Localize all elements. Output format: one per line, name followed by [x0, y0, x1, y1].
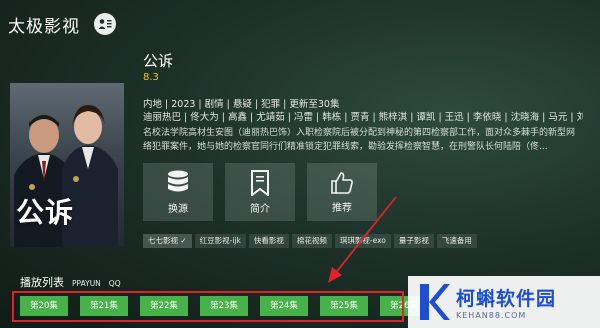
- rating-score: 8.3: [143, 72, 159, 83]
- poster-title: 公诉: [16, 196, 75, 229]
- source-chip[interactable]: 琪琪影视-exo: [334, 234, 391, 248]
- top-bar: 太极影视: [8, 11, 116, 37]
- source-chip[interactable]: 棉花视频: [291, 234, 332, 248]
- drama-cast: 迪丽热巴 | 佟大为 | 高鑫 | 尤靖茹 | 冯雷 | 韩栋 | 贾青 | 熊…: [143, 112, 583, 123]
- episode-button[interactable]: 第21集: [80, 296, 128, 316]
- episode-button[interactable]: 第20集: [20, 296, 68, 316]
- episode-button[interactable]: 第23集: [200, 296, 248, 316]
- source-chip[interactable]: 七七影视 ✓: [143, 234, 192, 248]
- episode-button[interactable]: 第24集: [260, 296, 308, 316]
- episode-button[interactable]: 第25集: [320, 296, 368, 316]
- bookmark-icon: [251, 169, 269, 196]
- thumbs-up-icon: [331, 171, 353, 194]
- app-title: 太极影视: [8, 16, 80, 37]
- source-chip[interactable]: 量子影视: [393, 234, 434, 248]
- action-buttons: 换源 简介 推荐: [143, 163, 377, 221]
- playlist-title: 播放列表: [20, 276, 64, 289]
- source-chip[interactable]: 红豆影视-ijk: [194, 234, 246, 248]
- user-list-icon: [98, 19, 112, 29]
- drama-title: 公诉: [143, 52, 174, 70]
- kehan-logo-icon: [420, 284, 450, 320]
- line-tab-qq[interactable]: QQ: [109, 279, 121, 288]
- change-source-label: 换源: [168, 203, 188, 215]
- episode-list: 第20集 第21集 第22集 第23集 第24集 第25集 第26集: [20, 296, 428, 316]
- user-menu-button[interactable]: [94, 13, 116, 35]
- database-icon: [168, 170, 188, 191]
- drama-meta: 内地 | 2023 | 剧情 | 悬疑 | 犯罪 | 更新至30集: [143, 99, 340, 110]
- watermark-url: KEHAN88.COM: [456, 311, 527, 320]
- change-source-button[interactable]: 换源: [143, 163, 213, 221]
- watermark-name: 柯蝌软件园: [456, 288, 557, 310]
- source-chip[interactable]: 飞速备用: [436, 234, 477, 248]
- line-tab-ppayun[interactable]: PPAYUN: [72, 279, 101, 288]
- synopsis-button[interactable]: 简介: [225, 163, 295, 221]
- drama-description: 名校法学院高材生安图（迪丽热巴饰）入职检察院后被分配到神秘的第四检察部工作，面对…: [143, 128, 576, 152]
- recommend-button[interactable]: 推荐: [307, 163, 377, 221]
- recommend-label: 推荐: [332, 202, 352, 214]
- source-chip[interactable]: 快看影视: [248, 234, 289, 248]
- playlist-header: 播放列表 PPAYUN QQ: [20, 274, 121, 290]
- episode-button[interactable]: 第22集: [140, 296, 188, 316]
- synopsis-label: 简介: [250, 203, 270, 215]
- source-list: 七七影视 ✓ 红豆影视-ijk 快看影视 棉花视频 琪琪影视-exo 量子影视 …: [143, 234, 477, 248]
- watermark: 柯蝌软件园 KEHAN88.COM: [408, 276, 600, 328]
- poster-image: 公诉: [10, 83, 124, 247]
